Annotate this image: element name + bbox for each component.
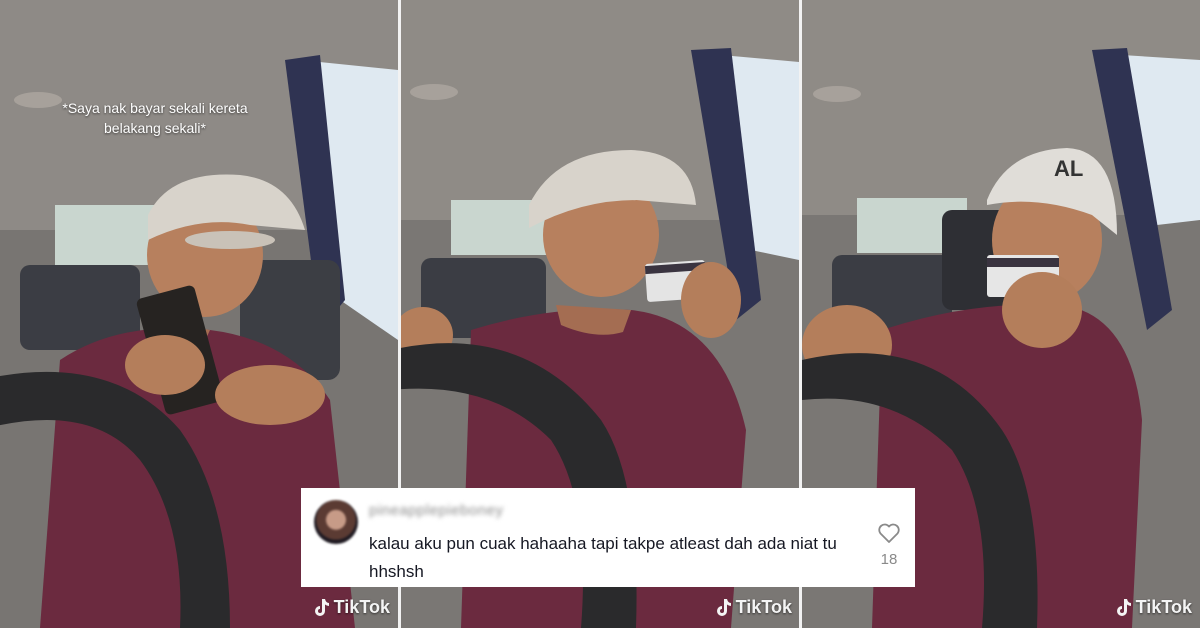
comment-card: pineapplepieboney kalau aku pun cuak hah…	[301, 488, 915, 587]
tiktok-logo-icon	[716, 598, 731, 616]
tiktok-label: TikTok	[1135, 597, 1192, 617]
tiktok-logo-icon	[1116, 598, 1131, 616]
tiktok-watermark: TikTok	[1114, 597, 1192, 618]
tiktok-label: TikTok	[333, 597, 390, 617]
tiktok-logo-icon	[314, 598, 329, 616]
heart-icon[interactable]	[877, 522, 901, 544]
commenter-username[interactable]: pineapplepieboney	[369, 502, 503, 519]
tiktok-label: TikTok	[735, 597, 792, 617]
tiktok-watermark: TikTok	[312, 597, 390, 618]
commenter-avatar[interactable]	[314, 500, 358, 544]
video-caption: *Saya nak bayar sekali kereta belakang s…	[62, 100, 248, 136]
like-control[interactable]: 18	[877, 522, 901, 568]
tiktok-watermark: TikTok	[714, 597, 792, 618]
like-count: 18	[880, 551, 898, 568]
comment-text: kalau aku pun cuak hahaaha tapi takpe at…	[369, 534, 837, 581]
svg-text:AL: AL	[1054, 156, 1083, 181]
